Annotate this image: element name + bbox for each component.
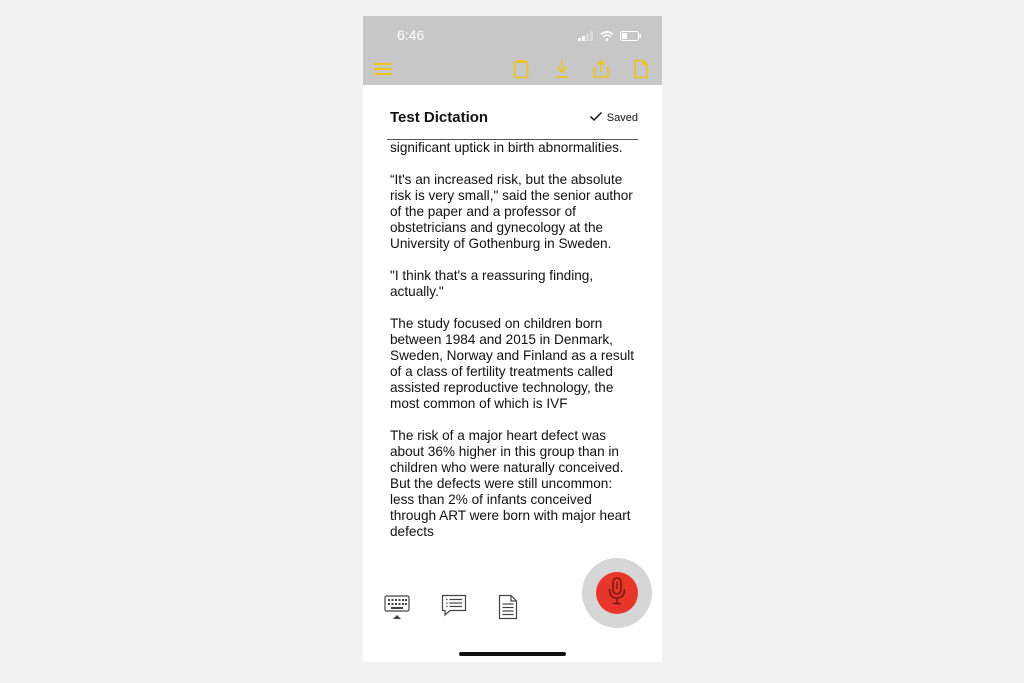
keyboard-icon[interactable] bbox=[384, 594, 410, 620]
toolbar bbox=[363, 54, 662, 85]
dictation-text-area[interactable]: significant uptick in birth abnormalitie… bbox=[390, 140, 640, 556]
share-icon[interactable] bbox=[590, 58, 612, 80]
paragraph: The risk of a major heart defect was abo… bbox=[390, 428, 631, 539]
mic-button-inner bbox=[596, 572, 638, 614]
comment-icon[interactable] bbox=[441, 594, 467, 618]
saved-label: Saved bbox=[606, 112, 638, 124]
paragraph: significant uptick in birth abnormalitie… bbox=[390, 140, 623, 155]
paragraph: “It's an increased risk, but the absolut… bbox=[390, 172, 633, 251]
document-list-icon[interactable] bbox=[498, 594, 518, 620]
paragraph: The study focused on children born betwe… bbox=[390, 316, 635, 411]
document-title[interactable]: Test Dictation bbox=[390, 109, 488, 126]
signal-icon bbox=[578, 28, 594, 46]
paragraph: "I think that's a reassuring finding, ac… bbox=[390, 268, 594, 299]
wifi-icon bbox=[600, 28, 614, 46]
phone-screen: 6:46 Test Dictation Saved significant up… bbox=[363, 16, 662, 662]
home-indicator[interactable] bbox=[459, 652, 566, 656]
document-icon[interactable] bbox=[630, 58, 652, 80]
clipboard-icon[interactable] bbox=[510, 58, 532, 80]
menu-icon[interactable] bbox=[372, 58, 394, 80]
dictation-mic-button[interactable] bbox=[582, 558, 652, 628]
microphone-icon bbox=[606, 576, 628, 611]
battery-icon bbox=[620, 28, 642, 46]
saved-status: Saved bbox=[589, 111, 638, 125]
status-icons bbox=[578, 28, 642, 46]
checkmark-icon bbox=[589, 111, 603, 125]
download-icon[interactable] bbox=[551, 58, 573, 80]
status-bar: 6:46 bbox=[363, 16, 662, 54]
status-time: 6:46 bbox=[397, 27, 425, 43]
